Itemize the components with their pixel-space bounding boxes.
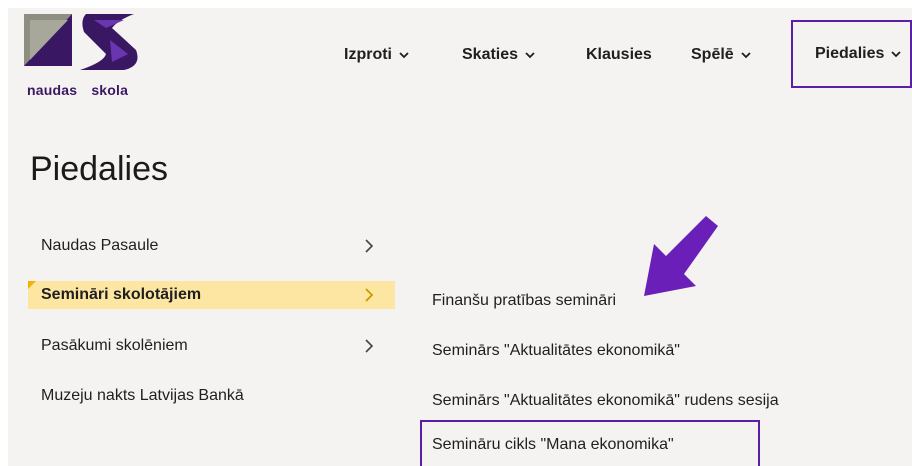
page: naudas skola Izproti Skaties Klausies Sp… [8,8,912,466]
sub-menu: Finanšu pratības semināri Seminārs "Aktu… [420,276,852,466]
left-menu: Naudas Pasaule Semināri skolotājiem Pasā… [28,221,395,421]
chevron-right-icon [365,288,374,302]
nav-label: Klausies [586,46,652,63]
nav-label: Spēlē [691,46,734,63]
chevron-down-icon [525,52,535,59]
nav-label: Izproti [344,46,392,63]
arrow-pointer-icon [644,216,718,296]
nav-izproti[interactable]: Izproti [344,44,410,66]
chevron-down-icon [399,52,409,59]
nav-label: Skaties [462,46,519,63]
sub-item-finansu-pratibas[interactable]: Finanšu pratības semināri [432,276,852,326]
nav-klausies[interactable]: Klausies [586,44,652,66]
sub-item-mana-ekonomika[interactable]: Semināru cikls "Mana ekonomika" [420,420,760,466]
sub-item-aktualitates-rudens[interactable]: Seminārs "Aktualitātes ekonomikā" rudens… [432,376,852,426]
chevron-down-icon [741,52,751,59]
nav-skaties[interactable]: Skaties [462,44,536,66]
page-title: Piedalies [30,150,168,188]
chevron-down-icon [891,51,902,58]
menu-item-pasakumi-skoleniem[interactable]: Pasākumi skolēniem [28,321,395,371]
menu-item-label: Naudas Pasaule [41,237,159,254]
menu-item-label: Pasākumi skolēniem [41,337,188,354]
sub-item-aktualitates[interactable]: Seminārs "Aktualitātes ekonomikā" [432,326,852,376]
chevron-right-icon [365,339,374,353]
chevron-right-icon [365,239,374,253]
menu-item-label: Muzeju nakts Latvijas Bankā [41,387,244,404]
nav-piedalies[interactable]: Piedalies [791,20,912,88]
menu-item-label: Semināri skolotājiem [41,286,202,303]
nav-label: Piedalies [815,45,885,62]
menu-item-seminari-skolotajiem[interactable]: Semināri skolotājiem [28,281,395,309]
nav-spele[interactable]: Spēlē [691,44,752,66]
menu-item-muzeju-nakts[interactable]: Muzeju nakts Latvijas Bankā [28,371,395,421]
main-nav: Izproti Skaties Klausies Spēlē Piedalies [8,8,912,88]
menu-item-naudas-pasaule[interactable]: Naudas Pasaule [28,221,395,271]
